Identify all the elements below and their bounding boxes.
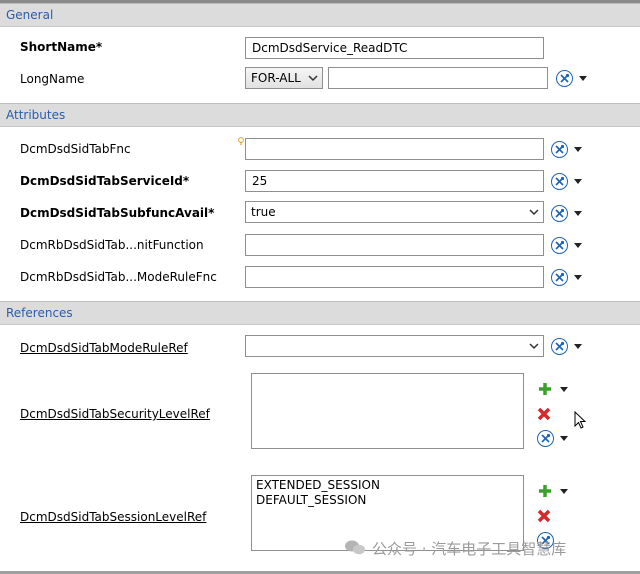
serviceid-dropdown-icon[interactable] — [574, 179, 582, 185]
tabfnc-label: DcmDsdSidTabFnc — [20, 142, 131, 156]
moderuleref-select[interactable] — [245, 335, 544, 357]
section-attributes-header[interactable]: Attributes — [0, 103, 640, 127]
lightbulb-icon — [238, 137, 244, 146]
sessionlevelref-add-icon[interactable] — [538, 484, 552, 498]
tabfnc-input[interactable] — [245, 138, 544, 160]
watermark-text: 公众号 · 汽车电子工具智慧库 — [372, 540, 567, 558]
initfn-action-icon[interactable] — [551, 237, 568, 254]
chevron-down-icon — [308, 75, 318, 82]
sessionlevelref-remove-icon[interactable] — [537, 509, 551, 523]
subfunc-value: true — [251, 205, 276, 219]
section-attributes-title: Attributes — [6, 108, 66, 122]
serviceid-label: DcmDsdSidTabServiceId* — [20, 174, 190, 188]
section-general-header[interactable]: General — [0, 3, 640, 27]
subfunc-action-icon[interactable] — [551, 205, 568, 222]
chevron-down-icon — [529, 343, 539, 350]
serviceid-action-icon[interactable] — [551, 173, 568, 190]
moderulefnc-dropdown-icon[interactable] — [574, 275, 582, 281]
moderulefnc-action-icon[interactable] — [551, 269, 568, 286]
securitylevelref-label[interactable]: DcmDsdSidTabSecurityLevelRef — [20, 407, 210, 421]
moderuleref-dropdown-icon[interactable] — [574, 344, 582, 350]
securitylevelref-remove-icon[interactable] — [537, 407, 551, 421]
moderuleref-action-icon[interactable] — [551, 338, 568, 355]
section-general-title: General — [6, 8, 54, 22]
list-item[interactable]: EXTENDED_SESSION — [256, 478, 519, 493]
longname-language-select[interactable]: FOR-ALL — [245, 67, 323, 89]
tabfnc-dropdown-icon[interactable] — [574, 147, 582, 153]
chevron-down-icon — [529, 209, 539, 216]
securitylevelref-add-dropdown-icon[interactable] — [560, 387, 568, 393]
sessionlevelref-label[interactable]: DcmDsdSidTabSessionLevelRef — [20, 510, 206, 524]
initfn-input[interactable] — [245, 234, 544, 256]
longname-dropdown-icon[interactable] — [579, 76, 587, 82]
sessionlevelref-add-dropdown-icon[interactable] — [560, 489, 568, 495]
longname-input[interactable] — [328, 67, 548, 89]
securitylevelref-list[interactable] — [251, 373, 524, 449]
moderuleref-label[interactable]: DcmDsdSidTabModeRuleRef — [20, 341, 188, 355]
wechat-logo-icon — [345, 540, 365, 555]
subfunc-select[interactable]: true — [245, 201, 544, 223]
shortname-input[interactable]: DcmDsdService_ReadDTC — [245, 37, 544, 59]
shortname-label: ShortName* — [20, 40, 103, 54]
tabfnc-action-icon[interactable] — [551, 141, 568, 158]
securitylevelref-action-dropdown-icon[interactable] — [560, 436, 568, 442]
initfn-dropdown-icon[interactable] — [574, 243, 582, 249]
subfunc-dropdown-icon[interactable] — [574, 211, 582, 217]
securitylevelref-action-icon[interactable] — [537, 430, 554, 447]
section-references-title: References — [6, 306, 73, 320]
mouse-cursor-icon — [574, 411, 586, 429]
longname-action-icon[interactable] — [556, 70, 573, 87]
moderulefnc-label: DcmRbDsdSidTab...ModeRuleFnc — [20, 270, 217, 284]
list-item[interactable]: DEFAULT_SESSION — [256, 493, 519, 508]
longname-label: LongName — [20, 72, 85, 86]
subfunc-label: DcmDsdSidTabSubfuncAvail* — [20, 206, 215, 220]
moderulefnc-input[interactable] — [245, 266, 544, 288]
section-references-header[interactable]: References — [0, 301, 640, 325]
serviceid-input[interactable]: 25 — [245, 170, 544, 192]
longname-language-value: FOR-ALL — [251, 71, 301, 85]
initfn-label: DcmRbDsdSidTab...nitFunction — [20, 238, 204, 252]
securitylevelref-add-icon[interactable] — [538, 382, 552, 396]
